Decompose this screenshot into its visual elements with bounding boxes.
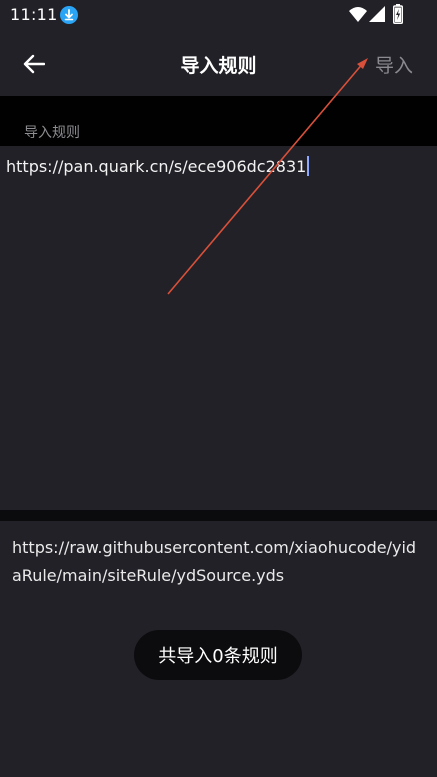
status-time: 11:11 [10,5,58,24]
wifi-icon [349,7,367,22]
rule-text-content: https://pan.quark.cn/s/ece906dc2831 [6,157,307,176]
page-title: 导入规则 [180,55,257,77]
rule-text-input[interactable]: https://pan.quark.cn/s/ece906dc2831 [0,146,437,510]
section-label: 导入规则 [24,125,80,141]
app-bar: 导入规则 导入 [0,30,437,96]
download-icon [60,6,78,24]
toast-message: 共导入0条规则 [134,630,302,680]
text-caret [307,156,310,176]
status-bar: 11:11 [0,0,437,30]
section-header: 导入规则 [0,96,437,146]
import-button[interactable]: 导入 [375,51,413,78]
battery-icon [393,4,403,24]
source-url: https://raw.githubusercontent.com/xiaohu… [12,538,417,585]
signal-icon [369,6,385,22]
divider [0,510,437,521]
rule-text-value: https://pan.quark.cn/s/ece906dc2831 [6,156,310,176]
